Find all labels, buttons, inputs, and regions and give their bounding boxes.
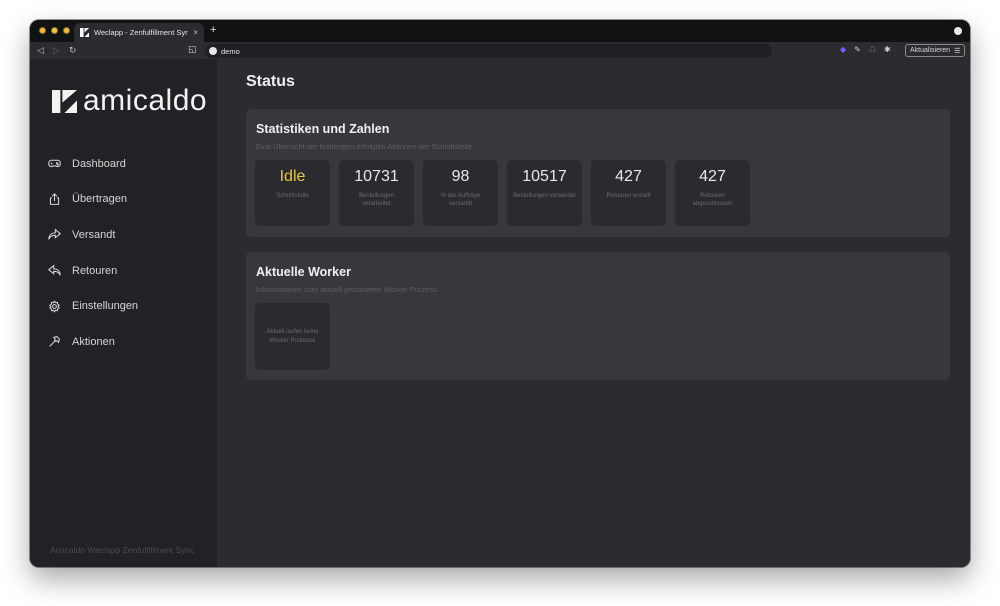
worker-card-subtitle: Informationen zum aktuell gestarteten Wo… xyxy=(256,285,439,294)
hammer-icon xyxy=(49,336,60,348)
reload-icon[interactable]: ↻ xyxy=(69,44,77,56)
back-icon[interactable]: ◁ xyxy=(37,44,44,56)
minimize-window-button[interactable] xyxy=(51,27,58,34)
stat-label: Schnittstelle xyxy=(276,193,309,199)
stat-value: Idle xyxy=(279,168,306,185)
stat-label: Bestellungen verarbeitet xyxy=(359,193,394,207)
bookmark-icon[interactable]: ◱ xyxy=(188,44,197,55)
amicaldo-favicon-icon xyxy=(80,28,89,37)
gear-icon xyxy=(49,299,60,313)
stat-value: 427 xyxy=(699,168,726,185)
stat-value: 10731 xyxy=(354,168,399,185)
upload-icon xyxy=(49,192,60,205)
worker-empty-state: Aktuell laufen keine Worker Prozesse xyxy=(255,303,330,370)
tab-strip: Weclapp - Zenfulfillment Sync × + xyxy=(30,20,970,42)
sidebar-item-versandt[interactable]: Versandt xyxy=(48,217,208,253)
stat-value: 10517 xyxy=(522,168,567,185)
stats-card-title: Statistiken und Zahlen xyxy=(256,122,390,136)
sidebar-footer: Amicaldo Weclapp Zenfulfillment Sync xyxy=(50,545,195,555)
stat-tile: 427 Retouren abgeschlossen xyxy=(675,160,750,226)
update-button-label: Aktualisieren xyxy=(910,47,951,54)
logo-text: amicaldo xyxy=(83,84,208,117)
amicaldo-logo-icon xyxy=(52,89,77,113)
stat-value: 427 xyxy=(615,168,642,185)
menu-icon: ☰ xyxy=(954,47,961,55)
tab-title: Weclapp - Zenfulfillment Sync xyxy=(94,28,189,37)
sidebar-item-label: Übertragen xyxy=(72,193,128,206)
sidebar-item-dashboard[interactable]: Dashboard xyxy=(48,146,208,182)
app: amicaldo Dashboard Übertragen Versandt R… xyxy=(30,59,970,567)
stat-label: Retouren erstellt xyxy=(606,193,651,199)
close-window-button[interactable] xyxy=(39,27,46,34)
worker-card: Aktuelle Worker Informationen zum aktuel… xyxy=(246,252,950,380)
puzzle-icon[interactable]: ✱ xyxy=(884,44,891,56)
stat-tile: 98 % der Aufträge versandt xyxy=(423,160,498,226)
update-button[interactable]: Aktualisieren ☰ xyxy=(905,44,966,57)
tab-close-icon[interactable]: × xyxy=(193,28,198,37)
forward-icon[interactable]: ▷ xyxy=(53,44,60,56)
gamepad-icon xyxy=(48,160,61,168)
browser-toolbar: ◁ ▷ ↻ ◱ demo ◆ ✎ ♺ ✱ Aktualisieren ☰ xyxy=(30,42,970,59)
sidebar-item-label: Retouren xyxy=(72,264,118,277)
stats-card: Statistiken und Zahlen Eine Übersicht de… xyxy=(246,109,950,237)
profile-icon[interactable] xyxy=(954,27,962,35)
window-controls xyxy=(39,27,70,34)
nav-buttons: ◁ ▷ ↻ xyxy=(37,44,76,56)
browser-tab[interactable]: Weclapp - Zenfulfillment Sync × xyxy=(74,23,204,42)
address-bar[interactable]: demo xyxy=(205,44,772,58)
worker-card-title: Aktuelle Worker xyxy=(256,265,351,279)
stat-tile: Idle Schnittstelle xyxy=(255,160,330,226)
stat-label: Bestellungen versendet xyxy=(513,193,576,199)
extension-icon[interactable]: ◆ xyxy=(840,44,846,56)
sidebar-item-retouren[interactable]: Retouren xyxy=(48,253,208,289)
page-title: Status xyxy=(246,73,295,90)
browser-window: Weclapp - Zenfulfillment Sync × + ◁ ▷ ↻ … xyxy=(30,20,970,567)
sidebar-item-label: Dashboard xyxy=(72,157,126,170)
sidebar-nav: Dashboard Übertragen Versandt Retouren E… xyxy=(48,146,208,360)
sidebar-item-label: Versandt xyxy=(72,228,116,241)
sidebar-item-aktionen[interactable]: Aktionen xyxy=(48,324,208,360)
stat-tile: 10731 Bestellungen verarbeitet xyxy=(339,160,414,226)
stat-label: Retouren abgeschlossen xyxy=(692,193,733,207)
new-tab-button[interactable]: + xyxy=(210,24,216,36)
sidebar-item-einstellungen[interactable]: Einstellungen xyxy=(48,288,208,324)
share-icon xyxy=(48,228,61,241)
worker-empty-text: Aktuell laufen keine Worker Prozesse xyxy=(266,328,319,344)
stat-tile: 427 Retouren erstellt xyxy=(591,160,666,226)
stat-tile: 10517 Bestellungen versendet xyxy=(507,160,582,226)
zoom-window-button[interactable] xyxy=(63,27,70,34)
stat-label: % der Aufträge versandt xyxy=(440,193,481,207)
reply-icon xyxy=(48,264,61,276)
stats-card-subtitle: Eine Übersicht der bisherigen erfolgten … xyxy=(256,142,475,151)
main-content: Status Statistiken und Zahlen Eine Übers… xyxy=(217,59,970,567)
site-info-icon[interactable] xyxy=(209,47,217,55)
sidebar-item-uebertragen[interactable]: Übertragen xyxy=(48,182,208,218)
stat-value: 98 xyxy=(451,168,470,185)
url-text: demo xyxy=(221,46,240,56)
sidebar-item-label: Aktionen xyxy=(72,335,115,348)
logo[interactable]: amicaldo xyxy=(52,86,207,116)
extension-icons: ◆ ✎ ♺ ✱ xyxy=(840,44,891,56)
sidebar-item-label: Einstellungen xyxy=(72,300,139,313)
recycle-icon[interactable]: ♺ xyxy=(869,44,876,56)
sidebar: amicaldo Dashboard Übertragen Versandt R… xyxy=(30,59,217,567)
stats-grid: Idle Schnittstelle 10731 Bestellungen ve… xyxy=(255,160,750,226)
pen-icon[interactable]: ✎ xyxy=(854,44,861,56)
